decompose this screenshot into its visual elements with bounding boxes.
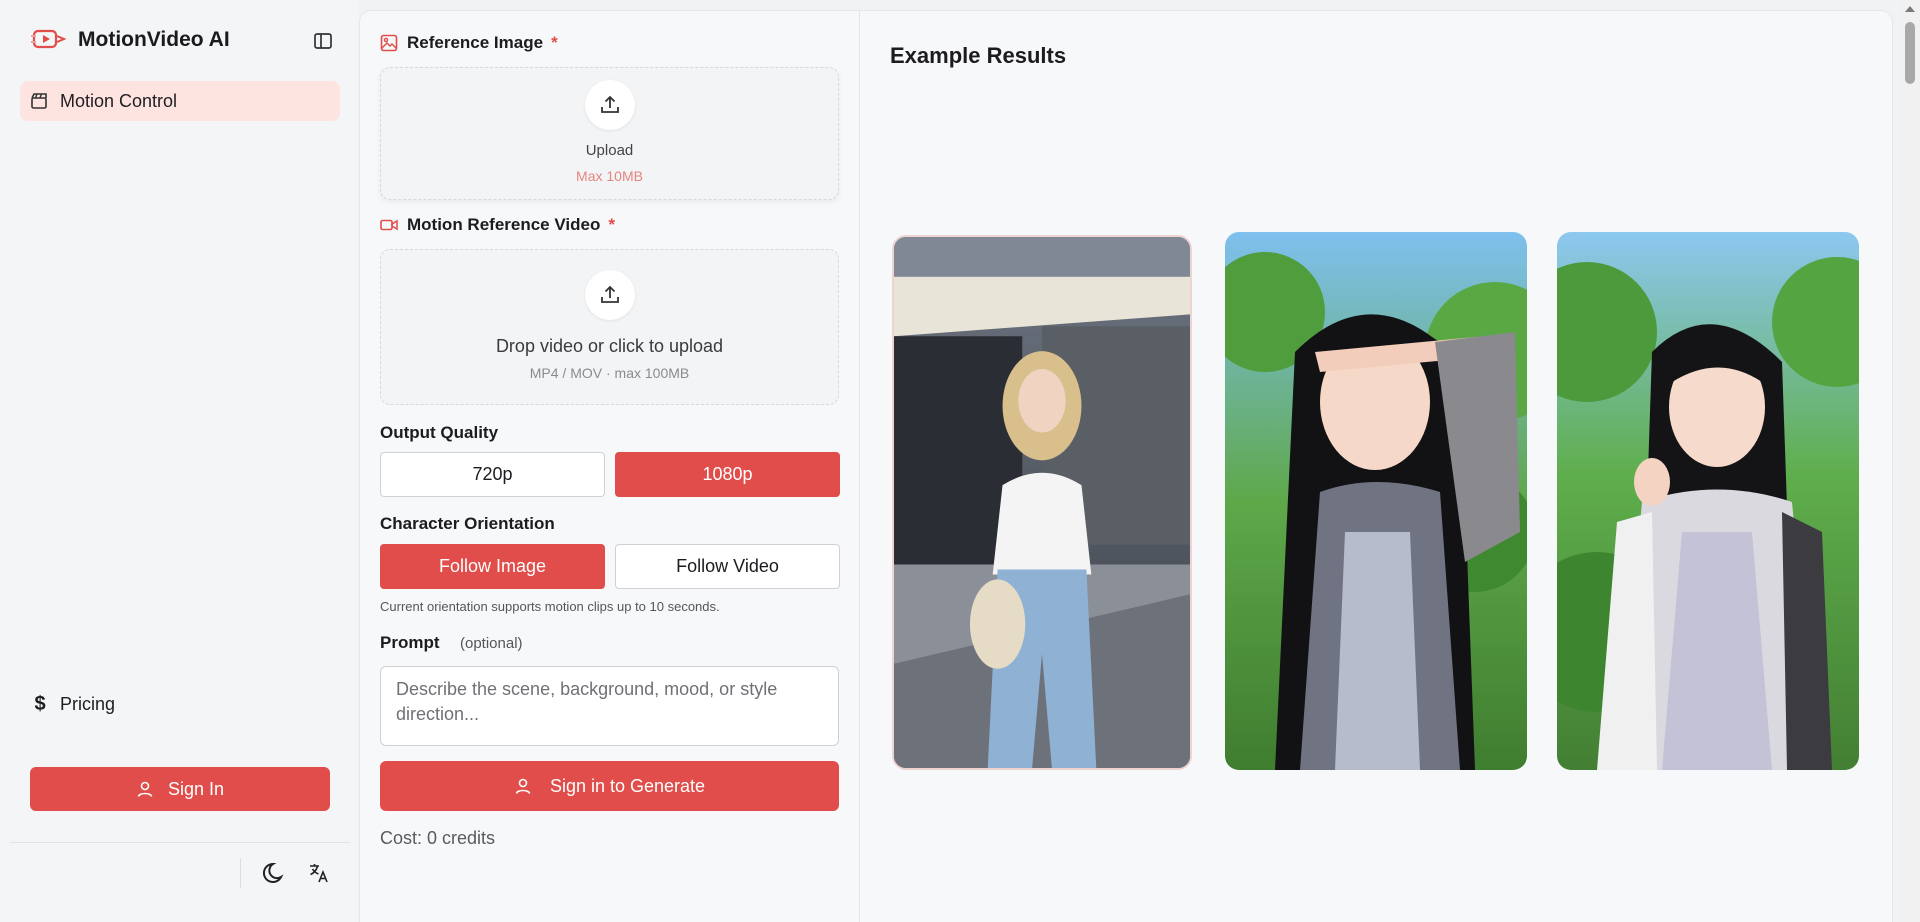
orientation-hint: Current orientation supports motion clip… xyxy=(380,599,720,614)
sidebar: MotionVideo AI Motion Control $ Pricing xyxy=(0,0,358,922)
theme-toggle-button[interactable] xyxy=(260,858,290,888)
reference-image-dropzone[interactable]: Upload Max 10MB xyxy=(380,67,839,200)
upload-limit: MP4 / MOV · max 100MB xyxy=(529,365,690,381)
scroll-up-icon[interactable] xyxy=(1905,6,1915,12)
upload-label: Drop video or click to upload xyxy=(495,336,724,356)
example-result-2[interactable] xyxy=(1225,232,1527,770)
required-mark: * xyxy=(551,33,558,52)
panel-left-icon xyxy=(314,33,332,49)
dollar-icon: $ xyxy=(34,693,46,715)
upload-label: Upload xyxy=(585,142,634,159)
language-button[interactable] xyxy=(306,860,332,886)
sign-in-label: Sign In xyxy=(167,778,225,799)
motion-video-label: Motion Reference Video * xyxy=(380,215,615,235)
reference-image-label: Reference Image * xyxy=(380,33,558,53)
cost-label: Cost: 0 credits xyxy=(380,828,496,848)
result-image-anime-girl-wave xyxy=(1557,232,1859,770)
orientation-label: Character Orientation xyxy=(380,514,555,533)
user-icon xyxy=(136,779,156,799)
example-result-1[interactable] xyxy=(892,235,1192,770)
brand-name: MotionVideo AI xyxy=(78,28,230,51)
generate-button[interactable]: Sign in to Generate xyxy=(380,761,839,811)
sign-in-button[interactable]: Sign In xyxy=(30,767,330,811)
clapperboard-icon xyxy=(30,91,50,111)
sidebar-toggle-button[interactable] xyxy=(310,28,336,54)
generation-form: Reference Image * Upload Max 10MB Motion… xyxy=(360,11,860,922)
result-image-street-photo xyxy=(894,237,1190,768)
video-icon xyxy=(380,216,398,234)
sidebar-divider xyxy=(10,842,350,843)
main-panel: Reference Image * Upload Max 10MB Motion… xyxy=(359,10,1893,922)
translate-icon xyxy=(310,864,328,883)
upload-limit: Max 10MB xyxy=(576,168,643,184)
upload-icon xyxy=(584,270,635,320)
user-icon xyxy=(514,776,534,796)
generate-label: Sign in to Generate xyxy=(549,775,706,796)
output-quality-label: Output Quality xyxy=(380,423,499,442)
upload-icon xyxy=(584,80,635,130)
page-scrollbar[interactable] xyxy=(1900,0,1920,922)
prompt-optional-tag: (optional) xyxy=(460,635,523,652)
scroll-thumb[interactable] xyxy=(1905,22,1915,84)
quality-1080p-button[interactable]: 1080p xyxy=(615,452,840,497)
image-icon xyxy=(380,34,398,52)
prompt-input[interactable] xyxy=(380,666,839,746)
brand[interactable]: MotionVideo AI xyxy=(30,26,230,54)
required-mark: * xyxy=(608,215,615,234)
follow-video-button[interactable]: Follow Video xyxy=(615,544,840,589)
quality-720p-button[interactable]: 720p xyxy=(380,452,605,497)
sidebar-item-motion-control[interactable]: Motion Control xyxy=(20,81,340,121)
sidebar-item-label: Pricing xyxy=(60,694,116,714)
sidebar-item-pricing[interactable]: $ Pricing xyxy=(30,693,116,715)
follow-image-button[interactable]: Follow Image xyxy=(380,544,605,589)
example-result-3[interactable] xyxy=(1557,232,1859,770)
footer-divider xyxy=(240,858,241,888)
sidebar-item-label: Motion Control xyxy=(60,90,178,111)
prompt-label: Prompt xyxy=(380,633,440,652)
moon-icon xyxy=(262,862,284,883)
logo-icon xyxy=(30,26,67,54)
motion-video-dropzone[interactable]: Drop video or click to upload MP4 / MOV … xyxy=(380,249,839,405)
results-title: Example Results xyxy=(890,43,1067,68)
result-image-anime-girl-salute xyxy=(1225,232,1527,770)
